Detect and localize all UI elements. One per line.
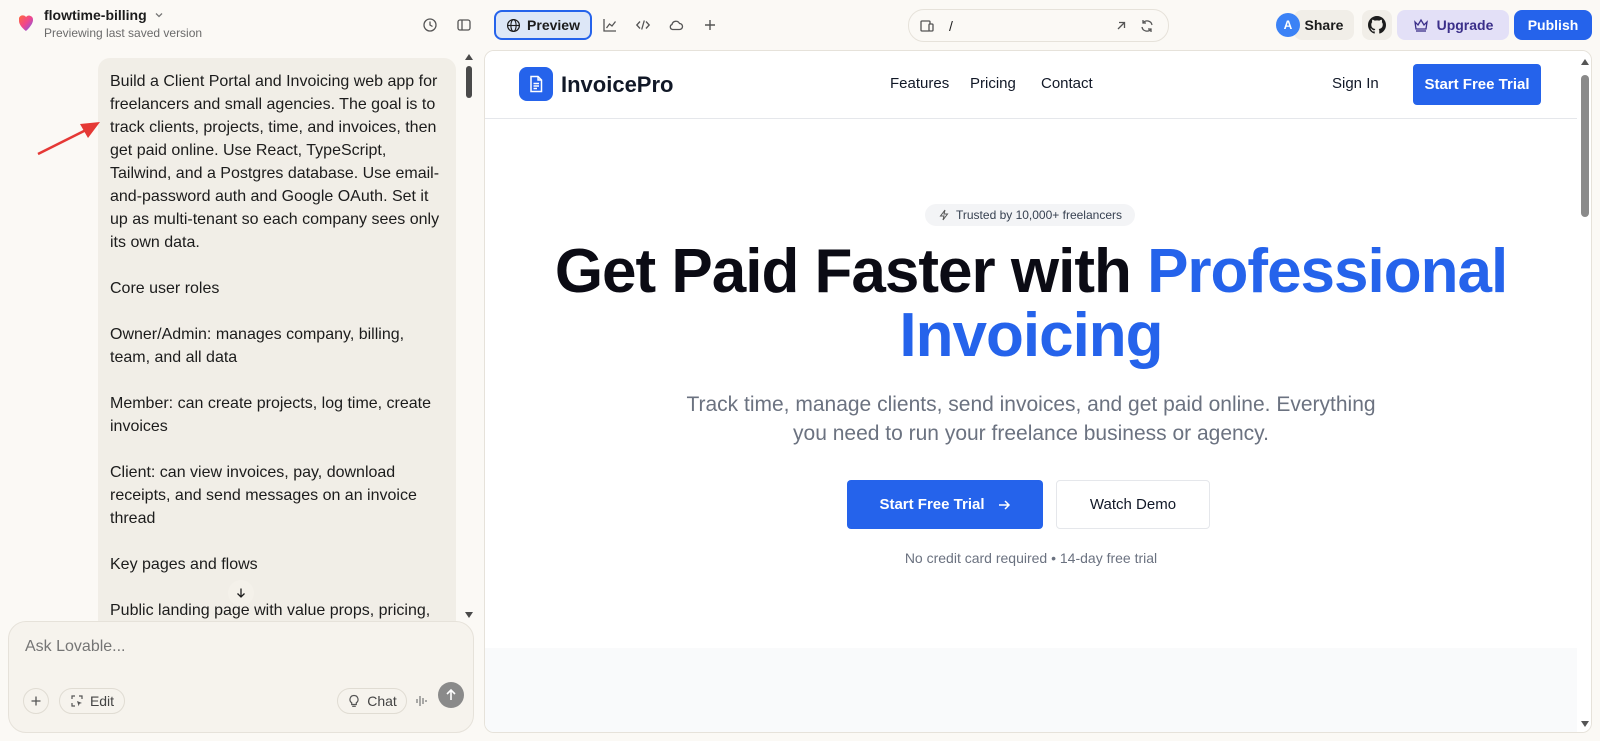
preview-scroll-down-icon[interactable] — [1581, 721, 1589, 727]
cloud-icon — [669, 20, 684, 31]
share-button[interactable]: Share — [1294, 10, 1354, 40]
message-paragraph: Public landing page with value props, pr… — [110, 602, 431, 619]
invoice-logo-icon[interactable] — [519, 67, 553, 101]
chat-label: Chat — [367, 693, 397, 709]
edit-mode-button[interactable]: Edit — [59, 688, 125, 714]
upgrade-label: Upgrade — [1436, 17, 1494, 33]
trust-badge: Trusted by 10,000+ freelancers — [925, 204, 1135, 226]
history-button[interactable] — [416, 11, 444, 39]
arrow-up-icon — [446, 688, 456, 700]
sign-in-link[interactable]: Sign In — [1332, 75, 1379, 92]
chevron-down-icon[interactable] — [153, 9, 165, 21]
nav-link-features[interactable]: Features — [890, 75, 949, 92]
annotation-arrow-icon — [37, 122, 100, 156]
github-icon — [1368, 16, 1386, 34]
analytics-tab[interactable] — [596, 11, 624, 39]
crown-icon — [1413, 18, 1428, 32]
open-new-window-button[interactable] — [1107, 12, 1135, 40]
hero-subtitle: Track time, manage clients, send invoice… — [686, 393, 1376, 445]
globe-icon — [507, 18, 521, 32]
fine-print: No credit card required • 14-day free tr… — [904, 550, 1158, 566]
hero-section: Trusted by 10,000+ freelancers Get Paid … — [485, 120, 1577, 648]
send-button[interactable] — [438, 682, 464, 708]
toggle-sidebar-button[interactable] — [450, 11, 478, 39]
chat-mode-button[interactable]: Chat — [337, 688, 407, 714]
hero-title-main: Get Paid Faster with — [554, 237, 1148, 306]
device-toggle-button[interactable] — [913, 12, 941, 40]
site-navbar: InvoicePro Features Pricing Contact Sign… — [485, 51, 1577, 119]
cloud-tab[interactable] — [662, 11, 690, 39]
lightning-icon — [939, 209, 949, 221]
edit-label: Edit — [89, 693, 115, 709]
refresh-icon — [1141, 20, 1153, 32]
hero-start-trial-button[interactable]: Start Free Trial — [847, 480, 1043, 529]
preview-scroll-thumb[interactable] — [1581, 75, 1589, 217]
select-edit-icon — [71, 695, 83, 707]
scroll-up-arrow-icon[interactable] — [465, 54, 473, 60]
voice-waveform-icon[interactable] — [413, 692, 431, 710]
lovable-logo-icon[interactable] — [16, 14, 36, 34]
publish-button[interactable]: Publish — [1514, 10, 1592, 40]
plus-icon — [705, 20, 715, 30]
chat-scroll-thumb[interactable] — [466, 66, 472, 98]
chat-composer: Edit Chat — [8, 621, 474, 733]
hero-cta-label: Start Free Trial — [879, 496, 985, 513]
url-path[interactable]: / — [949, 18, 953, 34]
document-icon — [530, 75, 543, 93]
add-tab-button[interactable] — [696, 11, 724, 39]
preview-label: Preview — [527, 17, 580, 33]
avatar[interactable]: A — [1276, 13, 1300, 37]
scroll-to-bottom-button[interactable] — [228, 580, 254, 606]
chart-line-icon — [603, 19, 617, 32]
code-tab[interactable] — [629, 11, 657, 39]
project-status: Previewing last saved version — [44, 26, 203, 40]
message-paragraph: Core user roles — [110, 280, 220, 297]
preview-scroll-up-icon[interactable] — [1581, 59, 1589, 65]
trust-badge-text: Trusted by 10,000+ freelancers — [956, 208, 1122, 222]
preview-tab[interactable]: Preview — [494, 10, 592, 40]
scroll-down-arrow-icon[interactable] — [465, 612, 473, 618]
chat-input[interactable] — [25, 638, 425, 656]
nav-start-trial-button[interactable]: Start Free Trial — [1413, 64, 1541, 105]
watch-demo-button[interactable]: Watch Demo — [1056, 480, 1210, 529]
hero-title: Get Paid Faster with Professional Invoic… — [525, 240, 1537, 368]
arrow-down-icon — [237, 588, 245, 598]
message-paragraph: Client: can view invoices, pay, download… — [110, 464, 422, 527]
attach-button[interactable] — [23, 688, 49, 714]
nav-link-pricing[interactable]: Pricing — [970, 75, 1016, 92]
code-icon — [635, 20, 651, 30]
refresh-button[interactable] — [1133, 12, 1161, 40]
project-name[interactable]: flowtime-billing — [44, 7, 147, 23]
lightbulb-icon — [349, 694, 359, 707]
upgrade-button[interactable]: Upgrade — [1397, 10, 1509, 40]
preview-frame: InvoicePro Features Pricing Contact Sign… — [484, 50, 1592, 733]
message-paragraph: Key pages and flows — [110, 556, 258, 573]
sidebar-icon — [457, 19, 471, 31]
site-brand[interactable]: InvoicePro — [561, 72, 673, 98]
message-paragraph: Build a Client Portal and Invoicing web … — [110, 73, 444, 251]
external-link-icon — [1117, 21, 1126, 30]
nav-link-contact[interactable]: Contact — [1041, 75, 1093, 92]
message-paragraph: Owner/Admin: manages company, billing, t… — [110, 326, 409, 366]
arrow-right-icon — [998, 499, 1010, 510]
github-button[interactable] — [1362, 10, 1392, 40]
chat-scrollbar[interactable] — [464, 52, 476, 622]
top-bar: flowtime-billing Previewing last saved v… — [0, 0, 1600, 50]
plus-icon — [31, 696, 41, 706]
url-bar[interactable]: / — [908, 9, 1169, 42]
history-icon — [423, 18, 437, 32]
message-paragraph: Member: can create projects, log time, c… — [110, 395, 436, 435]
next-section — [485, 648, 1577, 732]
user-message: Build a Client Portal and Invoicing web … — [98, 58, 456, 623]
device-icon — [920, 20, 934, 32]
